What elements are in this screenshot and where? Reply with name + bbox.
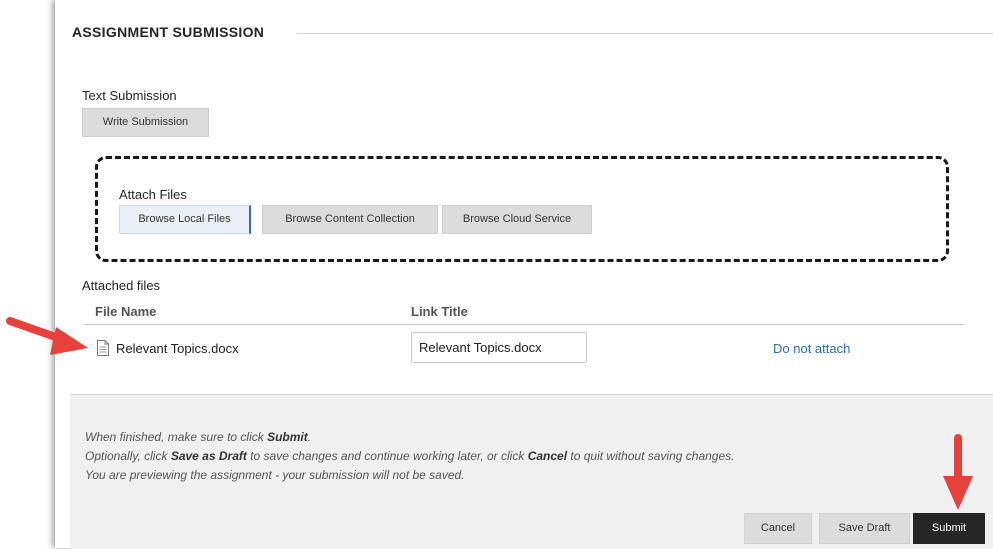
- link-title-column-header: Link Title: [411, 304, 468, 319]
- assignment-submission-panel: ASSIGNMENT SUBMISSION Text Submission Wr…: [55, 0, 993, 549]
- section-header: ASSIGNMENT SUBMISSION: [72, 24, 993, 44]
- browse-cloud-service-button[interactable]: Browse Cloud Service: [442, 205, 592, 234]
- save-draft-button[interactable]: Save Draft: [819, 513, 910, 544]
- annotation-arrow-down: [943, 434, 973, 510]
- annotation-arrow-left: [6, 317, 88, 355]
- link-title-input[interactable]: [411, 332, 587, 363]
- cancel-button[interactable]: Cancel: [744, 513, 812, 544]
- attach-files-label: Attach Files: [119, 187, 187, 202]
- file-name-column-header: File Name: [95, 304, 157, 319]
- document-icon: [97, 340, 109, 356]
- submission-footer: When finished, make sure to click Submit…: [70, 394, 993, 549]
- file-name-cell: Relevant Topics.docx: [116, 340, 239, 356]
- footer-instruction-draft: Optionally, click Save as Draft to save …: [85, 449, 735, 463]
- browse-content-collection-button[interactable]: Browse Content Collection: [262, 205, 438, 234]
- section-title: ASSIGNMENT SUBMISSION: [72, 24, 265, 40]
- do-not-attach-link[interactable]: Do not attach: [773, 341, 850, 356]
- text-submission-label: Text Submission: [82, 88, 177, 103]
- footer-instruction-submit: When finished, make sure to click Submit…: [85, 430, 312, 444]
- submit-button[interactable]: Submit: [913, 513, 985, 544]
- attached-file-row: Relevant Topics.docx: [96, 338, 239, 358]
- footer-preview-notice: You are previewing the assignment - your…: [85, 468, 465, 482]
- header-divider: [297, 33, 993, 34]
- attached-files-label: Attached files: [82, 278, 161, 293]
- write-submission-button[interactable]: Write Submission: [82, 108, 209, 137]
- table-header-divider: [84, 324, 964, 325]
- browse-local-files-button[interactable]: Browse Local Files: [119, 205, 251, 234]
